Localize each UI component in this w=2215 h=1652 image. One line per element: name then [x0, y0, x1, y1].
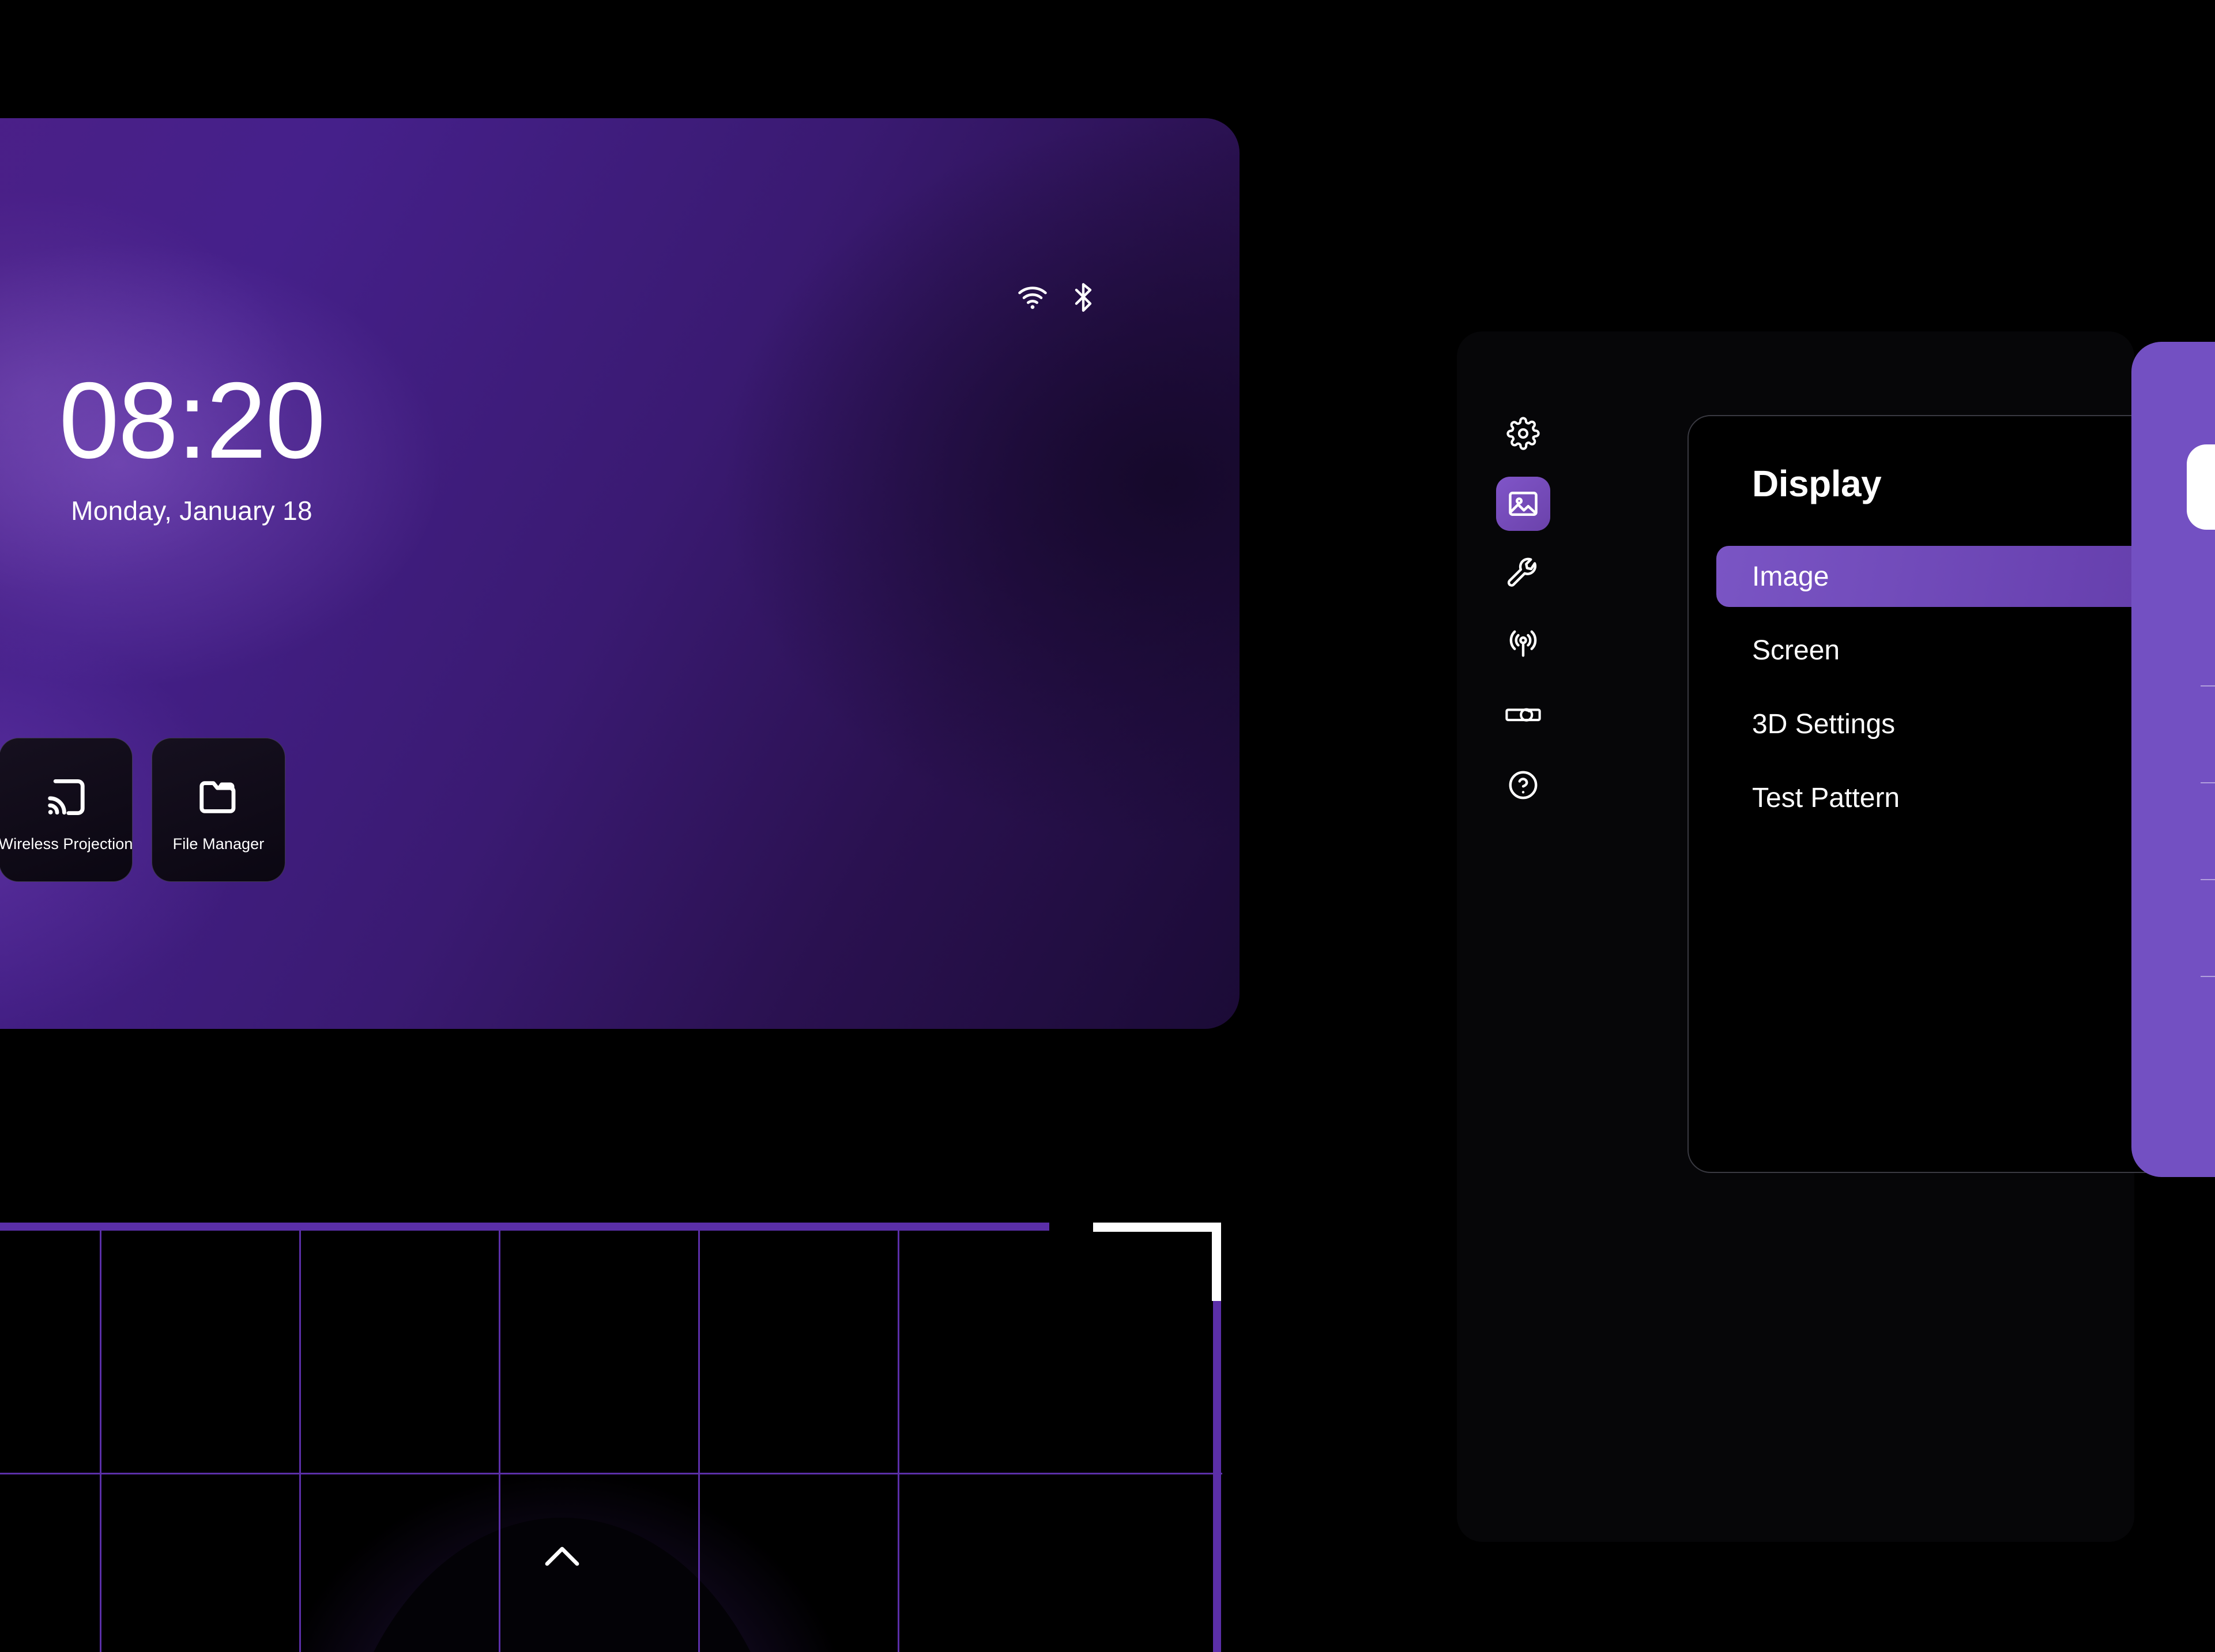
screen-root: cted 08:20 Monday, January 18 [0, 0, 2215, 1652]
corner-marker-horizontal [1093, 1223, 1221, 1232]
panel-row[interactable] [2201, 590, 2215, 687]
clock-time: 08:20 [59, 360, 325, 481]
rail-item-display[interactable] [1496, 477, 1550, 531]
right-slide-panel[interactable] [2131, 342, 2215, 1177]
grid-line-horizontal [0, 1473, 1222, 1474]
rail-item-maintenance[interactable] [1496, 547, 1550, 601]
settings-overlay: Display Image Screen 3D Settings Test Pa… [1457, 331, 2215, 1542]
panel-row[interactable] [2201, 880, 2215, 977]
menu-item-label: Screen [1752, 635, 1840, 666]
settings-icon-rail [1474, 406, 1572, 1283]
rail-item-general[interactable] [1496, 406, 1550, 461]
broadcast-icon [1506, 628, 1540, 661]
grid-line-vertical [299, 1223, 301, 1652]
grid-line-vertical [100, 1223, 101, 1652]
grid-line-vertical [499, 1223, 500, 1652]
rail-item-help[interactable] [1496, 758, 1550, 812]
cast-icon [43, 767, 88, 827]
panel-row[interactable] [2201, 687, 2215, 783]
page-title: Display [1752, 463, 1882, 504]
tile-label: Wireless Projection [0, 835, 133, 853]
menu-item-label: Test Pattern [1752, 782, 1900, 813]
grid-line-vertical [698, 1223, 700, 1652]
panel-row[interactable] [2201, 977, 2215, 1074]
folder-icon [196, 767, 241, 827]
panel-selected-indicator [2187, 444, 2215, 530]
wifi-icon[interactable] [1016, 285, 1049, 310]
menu-item-label: 3D Settings [1752, 708, 1896, 740]
tile-label: File Manager [172, 835, 265, 853]
bluetooth-icon[interactable] [1073, 283, 1093, 312]
grid-line-vertical-right [1213, 1301, 1221, 1652]
tile-wireless-projection[interactable]: Wireless Projection [0, 738, 133, 882]
grid-line-horizontal-top [0, 1223, 1049, 1231]
menu-item-label: Image [1752, 561, 1829, 592]
chevron-up-icon[interactable] [544, 1543, 581, 1568]
clock-widget: 08:20 Monday, January 18 [0, 366, 1240, 526]
image-icon [1506, 486, 1540, 521]
rail-item-projector[interactable] [1496, 688, 1550, 742]
rail-item-network[interactable] [1496, 617, 1550, 672]
help-icon [1506, 768, 1540, 802]
home-lock-card: cted 08:20 Monday, January 18 [0, 118, 1240, 1029]
tile-file-manager[interactable]: File Manager [152, 738, 285, 882]
grid-line-vertical [898, 1223, 899, 1652]
corner-marker-vertical [1212, 1223, 1221, 1301]
panel-row-list [2201, 590, 2215, 1074]
wrench-icon [1506, 557, 1540, 591]
panel-row[interactable] [2201, 783, 2215, 880]
gear-icon [1506, 417, 1540, 450]
status-icon-tray [1016, 283, 1093, 312]
quick-tiles-row: Quick Settings Wireless Projection [0, 738, 285, 882]
test-pattern-overlay [0, 1223, 1222, 1652]
projector-icon [1505, 700, 1541, 730]
clock-date: Monday, January 18 [71, 496, 312, 526]
